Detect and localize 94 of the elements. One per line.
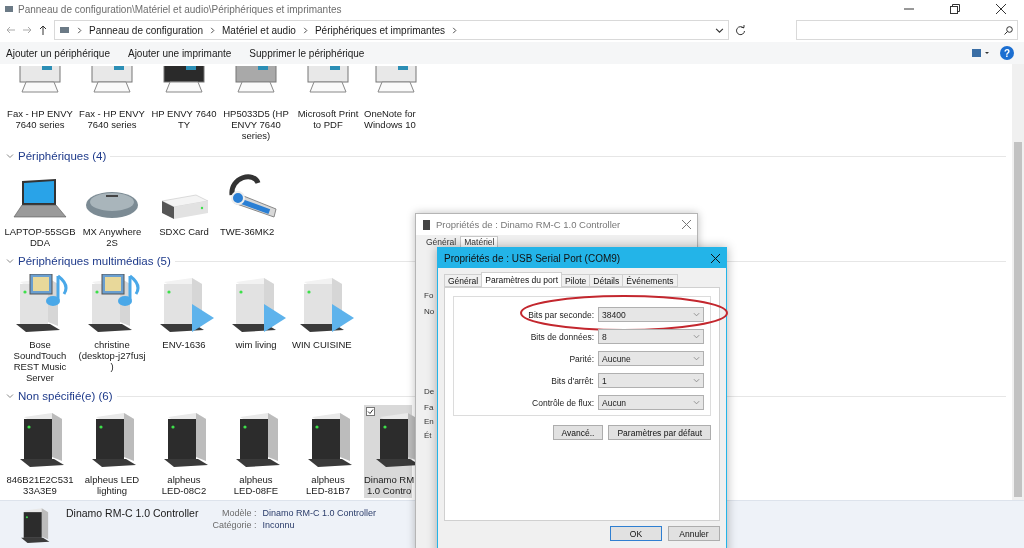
device-label[interactable]: wim living (235, 339, 277, 350)
setting-label: Bits d'arrêt: (550, 375, 594, 386)
device-label[interactable]: alpheus LED-08FE (233, 474, 279, 496)
partial-text: Ét (424, 431, 433, 441)
device-label[interactable]: alpheus LED-08C2 (161, 474, 207, 496)
detail-label: Catégorie : (212, 520, 257, 530)
chevron-icon (76, 26, 83, 34)
device-label[interactable]: alpheus LED lighting (84, 474, 140, 496)
chevron-icon (209, 26, 216, 34)
device-label[interactable]: WIN CUISINE (292, 339, 352, 350)
command-button[interactable]: Supprimer le périphérique (249, 47, 365, 59)
scrollbar-thumb[interactable] (1014, 142, 1022, 497)
up-button[interactable] (38, 25, 48, 35)
device-label[interactable]: christine (desktop-j27fusj ) (78, 339, 146, 372)
refresh-button[interactable] (735, 24, 746, 36)
dropdown[interactable]: 38400 (598, 307, 704, 322)
dialog-button[interactable]: Avancé.. (552, 425, 604, 440)
dropdown[interactable]: 8 (598, 329, 704, 344)
scrollbar[interactable] (1012, 64, 1024, 500)
chevron-icon (6, 257, 14, 265)
tab[interactable]: Événements (622, 274, 678, 287)
tab[interactable]: Général (444, 274, 483, 287)
folder-icon (59, 25, 70, 35)
dropdown-icon (693, 333, 700, 340)
device-label[interactable]: OneNote for Windows 10 (364, 108, 416, 130)
tab[interactable]: Paramètres du port (481, 272, 562, 287)
window-title: Panneau de configuration\Matériel et audio\Périphériques et imprimantes (18, 3, 342, 15)
chevron-icon (301, 26, 309, 34)
device-label[interactable]: HP5033D5 (HP ENVY 7640 series) (223, 108, 289, 141)
dropdown[interactable]: Aucun (598, 395, 704, 410)
setting-label: Parité: (568, 353, 594, 364)
help-button[interactable]: ? (1000, 46, 1014, 60)
device-label[interactable]: HP ENVY 7640 TY (151, 108, 217, 130)
dialog-button[interactable]: OK (610, 526, 662, 541)
device-label[interactable]: Microsoft Print to PDF (297, 108, 359, 130)
device-label[interactable]: ENV-1636 (162, 339, 206, 350)
dialog-button[interactable]: Paramètres par défaut (608, 425, 711, 440)
group-header[interactable]: Non spécifié(e) (6) (18, 390, 113, 402)
partial-text: De (424, 387, 434, 397)
search-field[interactable] (796, 20, 1018, 40)
dropdown-icon (715, 25, 724, 35)
breadcrumb-item[interactable]: Panneau de configuration (89, 24, 203, 36)
close-button[interactable] (711, 253, 720, 263)
dropdown-icon (693, 377, 700, 384)
device-label[interactable]: LAPTOP-55SGB DDA (4, 226, 76, 248)
device-label[interactable]: Fax - HP ENVY 7640 series (7, 108, 73, 130)
device-icon (422, 219, 431, 230)
dropdown[interactable]: 1 (598, 373, 704, 388)
dropdown-icon (693, 311, 700, 318)
setting-label: Bits de données: (529, 331, 594, 342)
partial-text: En (424, 417, 434, 427)
dropdown[interactable]: Aucune (598, 351, 704, 366)
device-label[interactable]: TWE-36MK2 (220, 226, 275, 237)
device-label[interactable]: 846B21E2C531 33A3E9 (6, 474, 74, 496)
device-label[interactable]: Bose SoundTouch REST Music Server (13, 339, 67, 383)
setting-label: Bits par seconde: (527, 309, 594, 320)
close-icon (996, 4, 1006, 14)
chevron-icon (6, 152, 14, 160)
partial-text: No (424, 307, 434, 317)
dialog-title: Propriétés de : USB Serial Port (COM9) (444, 252, 621, 264)
breadcrumb-item[interactable]: Périphériques et imprimantes (314, 24, 445, 36)
command-button[interactable]: Ajouter un périphérique (6, 47, 110, 59)
restore-icon (950, 4, 960, 14)
device-label[interactable]: Dinamo RM 1.0 Contro (364, 474, 415, 496)
detail-value: Inconnu (262, 520, 296, 530)
group-header[interactable]: Périphériques multimédias (5) (18, 255, 171, 267)
detail-label: Modèle : (220, 508, 257, 518)
dropdown-icon (693, 355, 700, 362)
chevron-icon (451, 26, 458, 34)
checkbox[interactable] (366, 407, 375, 416)
setting-label: Contrôle de flux: (531, 397, 594, 408)
dialog-title: Propriétés de : Dinamo RM-C 1.0 Controller (436, 219, 621, 230)
selected-device-tile[interactable]: Dinamo RM 1.0 Contro (364, 405, 412, 498)
device-label[interactable]: MX Anywhere 2S (82, 226, 142, 248)
device-label[interactable]: SDXC Card (159, 226, 209, 237)
chevron-icon (6, 392, 14, 400)
detail-value: Dinamo RM-C 1.0 Controller (262, 508, 377, 518)
dialog-button[interactable]: Annuler (668, 526, 720, 541)
device-name: Dinamo RM-C 1.0 Controller (66, 507, 199, 519)
partial-text: Fo (424, 291, 434, 301)
command-button[interactable]: Ajouter une imprimante (127, 47, 232, 59)
device-label[interactable]: Fax - HP ENVY 7640 series (79, 108, 145, 130)
search-icon (1004, 25, 1013, 35)
tab[interactable]: Général (422, 236, 461, 247)
folder-icon (4, 4, 14, 14)
view-options-button[interactable] (972, 49, 990, 57)
dropdown-icon (693, 399, 700, 406)
partial-text: Fa (424, 403, 434, 413)
group-header[interactable]: Périphériques (4) (18, 150, 107, 162)
device-label[interactable]: alpheus LED-81B7 (306, 474, 350, 496)
breadcrumb-item[interactable]: Matériel et audio (222, 24, 296, 36)
tab[interactable]: Détails (589, 274, 624, 287)
address-bar[interactable]: Panneau de configuration Matériel et audio Périphériques et imprimantes (54, 20, 729, 40)
laptop-icon (12, 177, 68, 221)
